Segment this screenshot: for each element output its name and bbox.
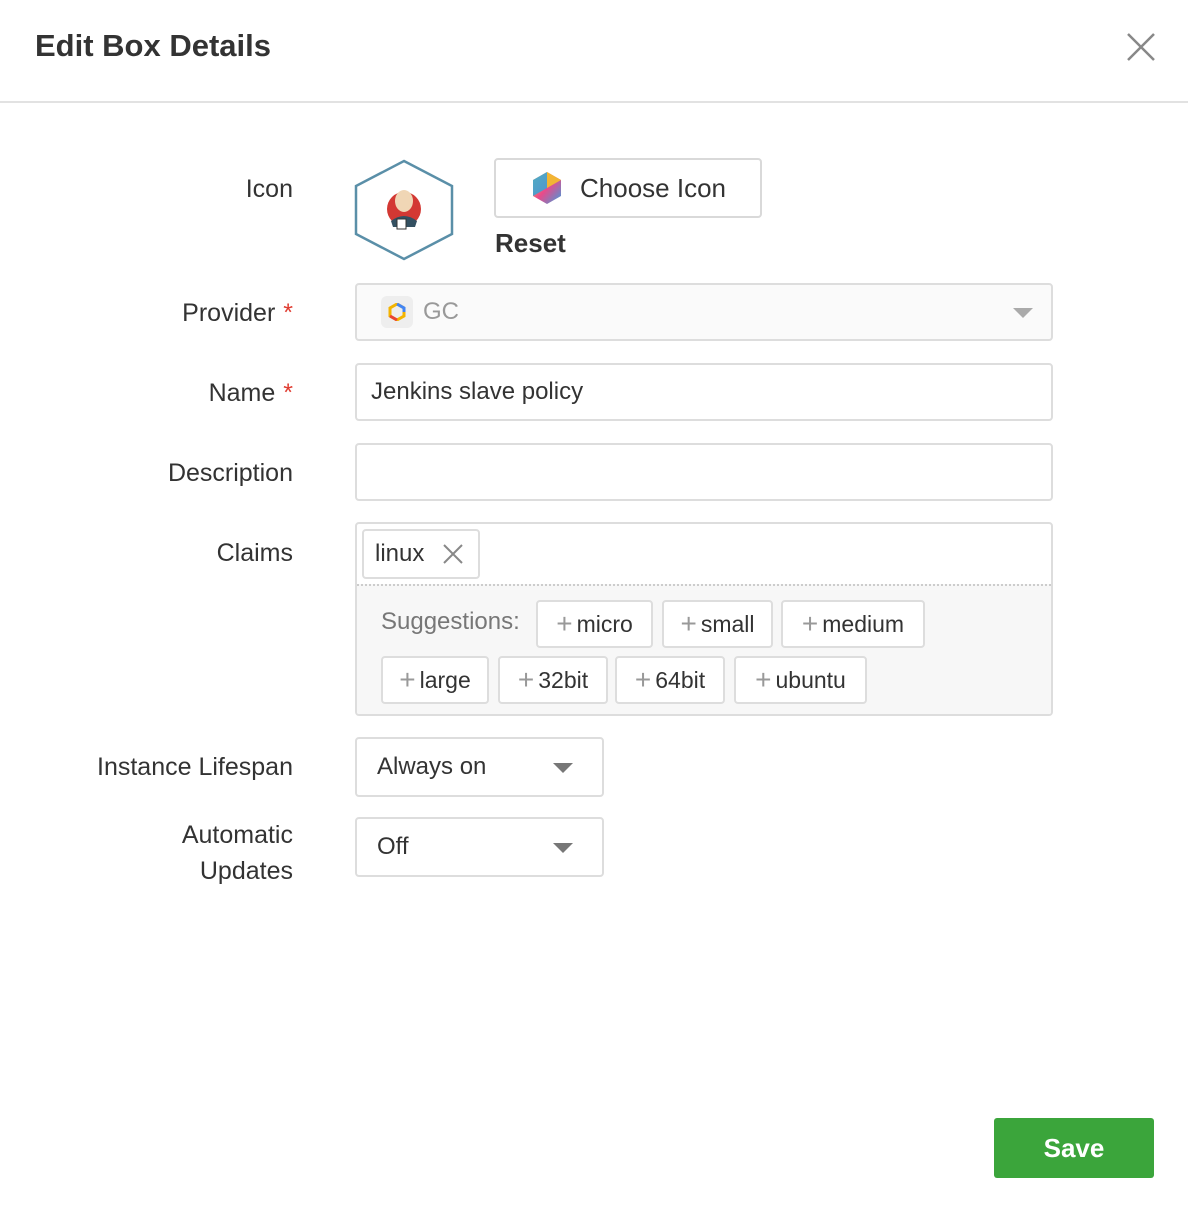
updates-label: Automatic Updates: [181, 821, 293, 885]
plus-icon: +: [680, 608, 697, 639]
claims-label: Claims: [216, 539, 293, 567]
provider-value: GC: [423, 298, 459, 325]
save-button[interactable]: Save: [994, 1118, 1154, 1178]
choose-icon-button[interactable]: Choose Icon: [494, 158, 762, 218]
plus-icon: +: [634, 664, 652, 695]
box-icon-preview: [354, 159, 454, 261]
suggestion-small[interactable]: + small: [662, 600, 773, 648]
dialog-header: Edit Box Details: [0, 0, 1188, 103]
chevron-down-icon: [553, 763, 573, 773]
suggestions-label: Suggestions:: [381, 608, 520, 635]
color-wheel-icon: [533, 172, 561, 204]
dialog-title: Edit Box Details: [35, 28, 271, 63]
updates-select[interactable]: Off: [355, 817, 604, 877]
description-input[interactable]: [355, 443, 1053, 501]
suggestion-medium[interactable]: + medium: [781, 600, 925, 648]
chevron-down-icon: [553, 843, 573, 853]
plus-icon: +: [399, 664, 416, 695]
plus-icon: +: [556, 608, 573, 639]
lifespan-value: Always on: [377, 753, 487, 780]
suggestion-large[interactable]: + large: [381, 656, 489, 704]
provider-select[interactable]: GC: [355, 283, 1053, 341]
claims-input[interactable]: linux Suggestions: + micro + small + medium…: [355, 522, 1053, 716]
choose-icon-label: Choose Icon: [580, 172, 726, 203]
reset-icon-link[interactable]: Reset: [495, 228, 566, 259]
description-label: Description: [167, 459, 293, 487]
plus-icon: +: [801, 608, 819, 639]
lifespan-label: Instance Lifespan: [97, 753, 293, 781]
claim-tag: linux: [362, 529, 480, 579]
suggestions-panel: Suggestions: + micro + small + medium + larg…: [357, 584, 1051, 714]
name-value: Jenkins slave policy: [371, 378, 584, 405]
google-cloud-icon: [381, 296, 413, 328]
provider-label: Provider *: [182, 299, 293, 327]
plus-icon: +: [755, 664, 772, 695]
close-icon[interactable]: [1124, 30, 1158, 64]
claim-tag-label: linux: [375, 540, 425, 567]
suggestion-ubuntu[interactable]: + ubuntu: [734, 656, 867, 704]
lifespan-select[interactable]: Always on: [355, 737, 604, 797]
suggestion-64bit[interactable]: +64bit: [615, 656, 725, 704]
chevron-down-icon: [1013, 308, 1033, 318]
plus-icon: +: [517, 664, 535, 695]
suggestion-32bit[interactable]: +32bit: [498, 656, 608, 704]
name-input[interactable]: Jenkins slave policy: [355, 363, 1053, 421]
icon-label: Icon: [245, 175, 293, 203]
updates-value: Off: [377, 833, 409, 860]
remove-tag-icon[interactable]: [442, 543, 464, 565]
suggestion-micro[interactable]: + micro: [536, 600, 653, 648]
name-label: Name *: [208, 379, 293, 407]
